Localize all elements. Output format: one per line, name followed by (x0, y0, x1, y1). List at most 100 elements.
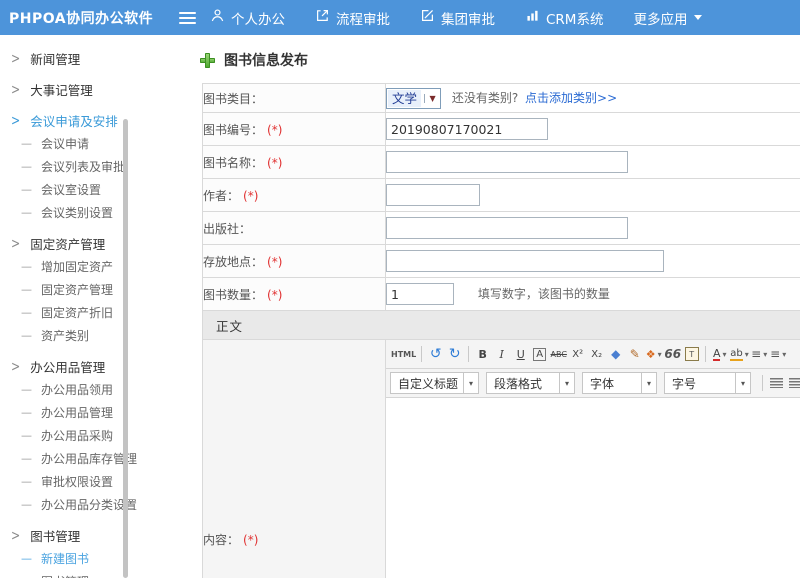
field-label: 作者： (203, 189, 239, 203)
nav-item-personal-office[interactable]: 个人办公 (210, 8, 285, 28)
html-source-button[interactable]: HTML (391, 345, 416, 364)
sidebar-item-fixed-assets-management[interactable]: > 固定资产管理 (0, 231, 180, 255)
book-quantity-input[interactable] (386, 283, 454, 305)
custom-title-dropdown[interactable]: 自定义标题 ▾ (390, 372, 479, 394)
nav-item-more-apps[interactable]: 更多应用 (633, 8, 702, 28)
dash-icon: — (21, 260, 32, 273)
sidebar-item-meeting-list-approval[interactable]: — 会议列表及审批 (0, 155, 180, 178)
book-number-input[interactable] (386, 118, 548, 140)
form-row-category: 图书类目： 文学 ▼ 还没有类别? 点击添加类别>> (203, 84, 800, 113)
workflow-icon (315, 8, 336, 27)
hamburger-menu-icon[interactable] (179, 12, 196, 24)
form-row-book-quantity: 图书数量：(*) 填写数字，该图书的数量 (203, 278, 800, 311)
sidebar-item-meeting-management[interactable]: > 会议申请及安排 (0, 108, 180, 132)
sidebar-item-asset-category[interactable]: — 资产类别 (0, 324, 180, 347)
chevron-right-icon: > (11, 527, 20, 543)
sidebar-item-meeting-room-settings[interactable]: — 会议室设置 (0, 178, 180, 201)
top-nav: 个人办公 流程审批 集团审批 CRM系统 (210, 8, 732, 28)
dash-icon: — (21, 160, 32, 173)
book-form-table: 图书类目： 文学 ▼ 还没有类别? 点击添加类别>> 图书编号：(*) 图书名称… (202, 83, 800, 578)
rich-text-editor: HTML ↺ ↻ B I U A ABC X² X₂ ◆ ✎ ❖▾ 66 T (386, 340, 800, 578)
nav-item-group-approval[interactable]: 集团审批 (420, 8, 495, 28)
sidebar-item-meeting-apply[interactable]: — 会议申请 (0, 132, 180, 155)
underline-button[interactable]: U (512, 345, 529, 364)
category-note: 还没有类别? (452, 91, 518, 105)
sidebar-item-new-book[interactable]: — 新建图书 (0, 547, 180, 570)
sidebar-item-supplies-manage[interactable]: — 办公用品管理 (0, 401, 180, 424)
undo-icon[interactable]: ↺ (427, 345, 444, 364)
sidebar-item-news-management[interactable]: > 新闻管理 (0, 46, 180, 70)
sidebar-item-fixed-asset-manage[interactable]: — 固定资产管理 (0, 278, 180, 301)
sidebar-item-supplies-inventory[interactable]: — 办公用品库存管理 (0, 447, 180, 470)
align-left-icon[interactable] (770, 378, 783, 388)
sidebar-item-fixed-asset-depreciation[interactable]: — 固定资产折旧 (0, 301, 180, 324)
ordered-list-button[interactable]: ≡ (751, 347, 761, 361)
author-input[interactable] (386, 184, 480, 206)
dash-icon: — (21, 329, 32, 342)
app-logo: PHPOA协同办公软件 (0, 8, 177, 28)
top-navigation-bar: PHPOA协同办公软件 个人办公 流程审批 (0, 0, 800, 35)
book-name-input[interactable] (386, 151, 628, 173)
highlight-pen-button[interactable]: ab (730, 348, 742, 361)
required-marker: (*) (267, 123, 282, 137)
field-label: 图书类目： (203, 92, 263, 106)
caret-down-icon: ▾ (722, 350, 726, 359)
align-center-icon[interactable] (789, 378, 800, 388)
sidebar-item-book-manage[interactable]: — 图书管理 (0, 570, 180, 578)
form-row-author: 作者： (*) (203, 179, 800, 212)
chevron-right-icon: > (11, 235, 20, 251)
sidebar-item-supplies-purchase[interactable]: — 办公用品采购 (0, 424, 180, 447)
chevron-right-icon: > (11, 81, 20, 97)
caret-down-icon: ▾ (641, 373, 656, 393)
sidebar-item-office-supplies-management[interactable]: > 办公用品管理 (0, 354, 180, 378)
format-brush-icon[interactable]: ✎ (626, 345, 643, 364)
redo-icon[interactable]: ↻ (446, 345, 463, 364)
sidebar-item-add-fixed-asset[interactable]: — 增加固定资产 (0, 255, 180, 278)
font-color-button[interactable]: A (713, 348, 721, 361)
sidebar-item-meeting-category-settings[interactable]: — 会议类别设置 (0, 201, 180, 224)
dash-icon: — (21, 283, 32, 296)
quantity-hint: 填写数字，该图书的数量 (478, 287, 610, 301)
subscript-button[interactable]: X₂ (588, 345, 605, 364)
editor-toolbar-row1: HTML ↺ ↻ B I U A ABC X² X₂ ◆ ✎ ❖▾ 66 T (386, 340, 800, 369)
sidebar-item-approval-permission-settings[interactable]: — 审批权限设置 (0, 470, 180, 493)
publisher-input[interactable] (386, 217, 628, 239)
font-size-dropdown[interactable]: 字号 ▾ (664, 372, 751, 394)
paste-text-icon[interactable]: T (685, 347, 699, 361)
superscript-button[interactable]: X² (569, 345, 586, 364)
editor-content-area[interactable] (386, 398, 800, 578)
dash-icon: — (21, 206, 32, 219)
bold-button[interactable]: B (474, 345, 491, 364)
sidebar-item-memorabilia-management[interactable]: > 大事记管理 (0, 77, 180, 101)
color-palette-icon[interactable]: ❖ (646, 348, 656, 361)
field-label: 存放地点： (203, 255, 263, 269)
blockquote-button[interactable]: 66 (664, 345, 681, 364)
caret-down-icon: ▾ (658, 350, 662, 359)
eraser-icon[interactable]: ◆ (607, 345, 624, 364)
page-title: 图书信息发布 (200, 50, 800, 70)
sidebar-item-supplies-category-settings[interactable]: — 办公用品分类设置 (0, 493, 180, 516)
nav-item-crm[interactable]: CRM系统 (525, 8, 603, 28)
storage-location-input[interactable] (386, 250, 664, 272)
sidebar-scrollbar[interactable] (123, 119, 128, 578)
strikethrough-button[interactable]: ABC (550, 345, 567, 364)
paragraph-format-dropdown[interactable]: 段落格式 ▾ (486, 372, 575, 394)
remove-format-button[interactable]: A (533, 348, 546, 361)
unordered-list-button[interactable]: ≡ (770, 347, 780, 361)
form-row-storage-location: 存放地点：(*) (203, 245, 800, 278)
category-select[interactable]: 文学 ▼ (386, 88, 441, 109)
required-marker: (*) (243, 189, 258, 203)
font-family-dropdown[interactable]: 字体 ▾ (582, 372, 657, 394)
plus-icon (200, 53, 215, 68)
nav-item-workflow-approval[interactable]: 流程审批 (315, 8, 390, 28)
chevron-right-icon: > (11, 358, 20, 374)
section-title: 正文 (216, 319, 243, 334)
sidebar-item-supplies-requisition[interactable]: — 办公用品领用 (0, 378, 180, 401)
field-label: 出版社： (203, 222, 251, 236)
caret-down-icon: ▾ (559, 373, 574, 393)
sidebar-item-book-management[interactable]: > 图书管理 (0, 523, 180, 547)
required-marker: (*) (267, 156, 282, 170)
dash-icon: — (21, 475, 32, 488)
italic-button[interactable]: I (493, 345, 510, 364)
add-category-link[interactable]: 点击添加类别>> (525, 91, 617, 105)
